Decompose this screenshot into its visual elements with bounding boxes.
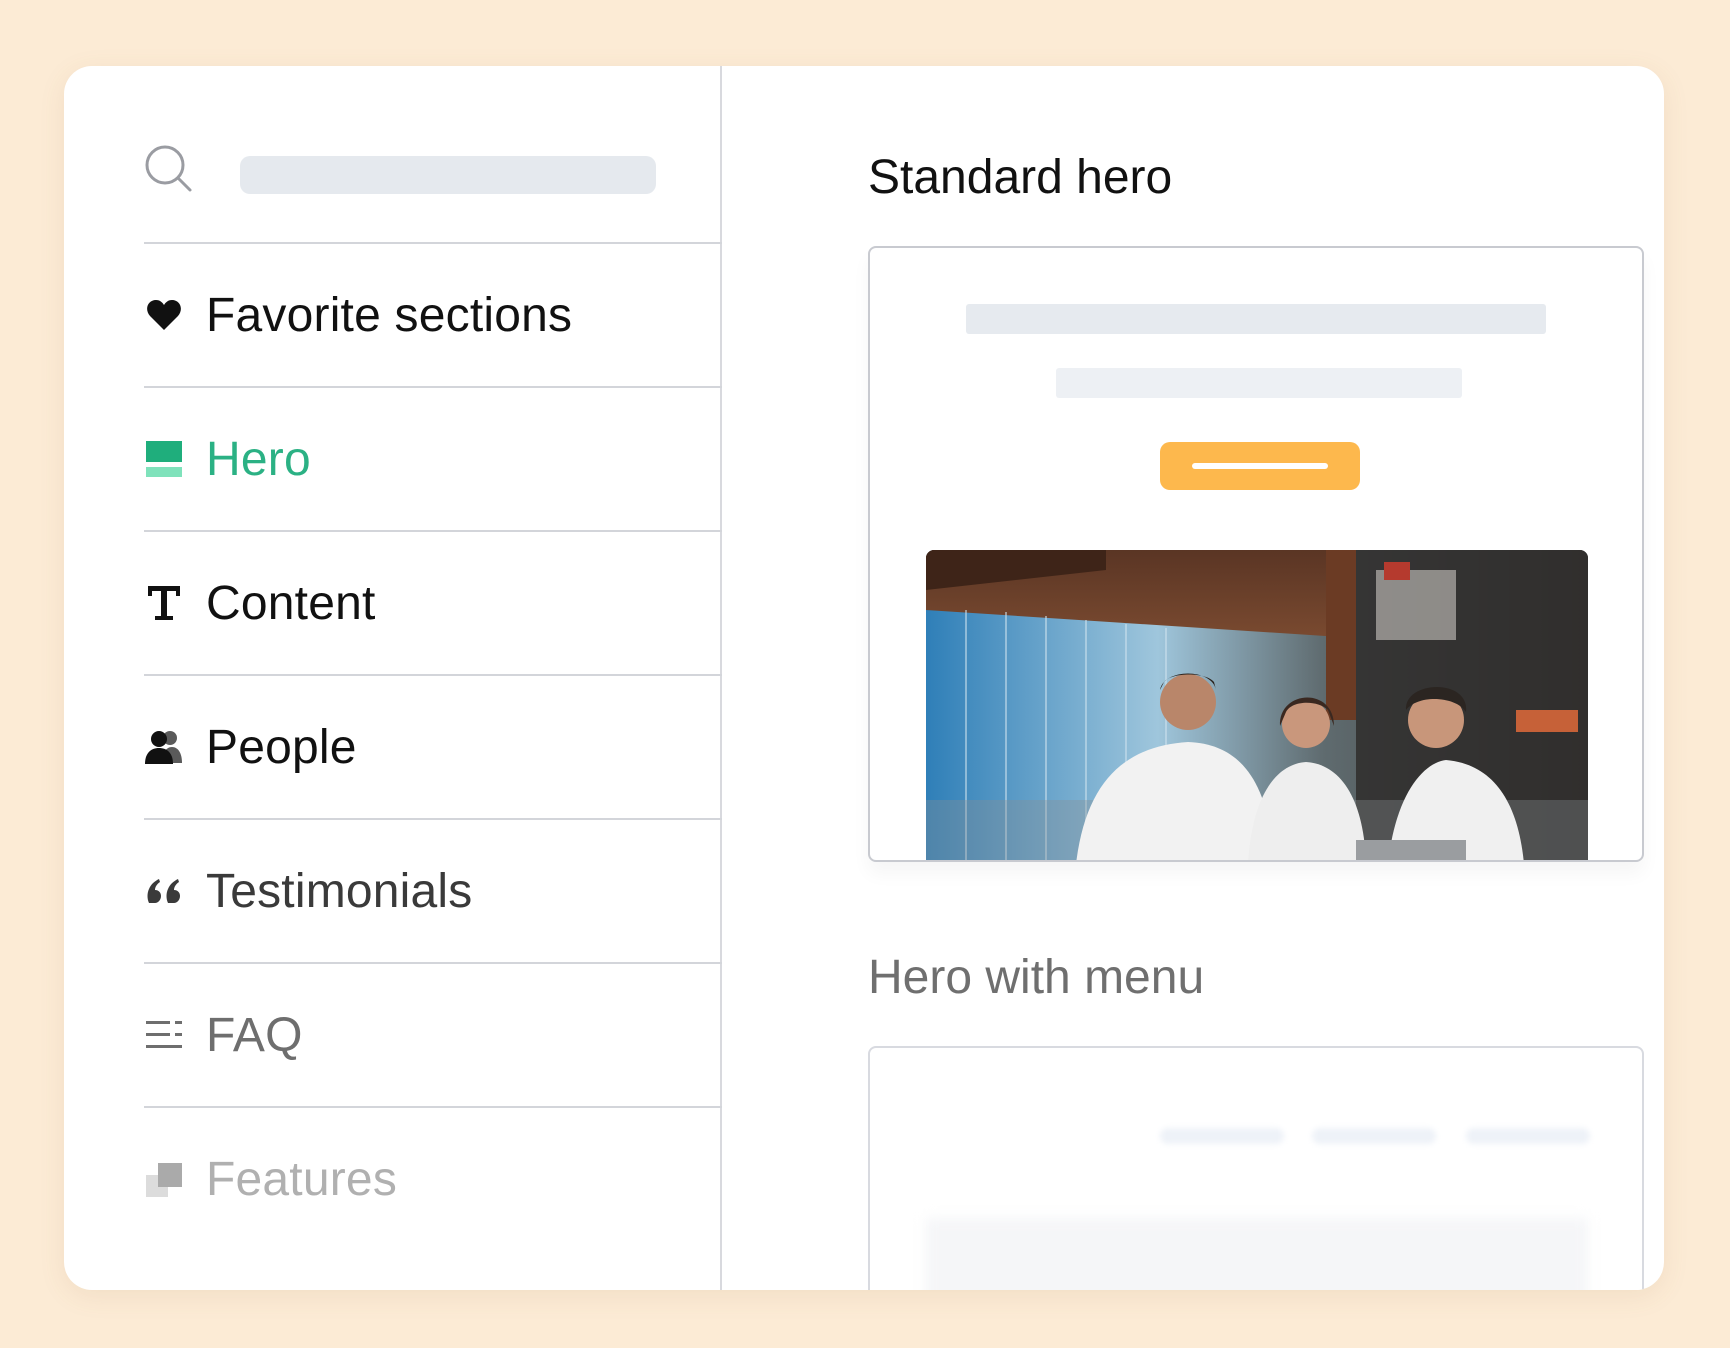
people-icon [144, 727, 184, 767]
sidebar-item-label: Features [206, 1152, 398, 1206]
sidebar-item-testimonials[interactable]: Testimonials [144, 820, 722, 964]
cta-label-placeholder [1192, 463, 1328, 469]
text-icon [144, 583, 184, 623]
features-icon [144, 1159, 184, 1199]
section-title: Standard hero [868, 151, 1173, 204]
sidebar-item-label: Favorite sections [206, 288, 573, 342]
hero-content-placeholder [926, 1218, 1588, 1290]
menu-item-placeholder [1466, 1128, 1590, 1144]
sidebar-item-label: Content [206, 576, 376, 630]
cta-button-placeholder [1160, 442, 1360, 490]
sidebar: Favorite sections Hero Content People Te… [64, 66, 722, 1290]
sidebar-item-faq[interactable]: FAQ [144, 964, 722, 1108]
sidebar-item-label: Testimonials [206, 864, 473, 918]
sidebar-item-label: FAQ [206, 1008, 303, 1062]
list-icon [144, 1015, 184, 1055]
headline-placeholder [966, 304, 1546, 334]
sidebar-item-favorite-sections[interactable]: Favorite sections [144, 244, 722, 388]
sidebar-item-label: People [206, 720, 357, 774]
hero-with-menu-preview[interactable] [868, 1046, 1644, 1290]
search-icon[interactable] [144, 144, 194, 194]
search-row [144, 144, 722, 244]
menu-item-placeholder [1312, 1128, 1436, 1144]
standard-hero-preview[interactable] [868, 246, 1644, 862]
sidebar-item-people[interactable]: People [144, 676, 722, 820]
menu-item-placeholder [1160, 1128, 1284, 1144]
section-library-panel: Favorite sections Hero Content People Te… [64, 66, 1664, 1290]
section-previews: Standard hero Hero with menu [722, 66, 1664, 1290]
section-category-list: Favorite sections Hero Content People Te… [144, 244, 722, 1250]
sidebar-item-label: Hero [206, 432, 311, 486]
subheadline-placeholder [1056, 368, 1462, 398]
section-title: Hero with menu [868, 951, 1205, 1004]
search-input[interactable] [240, 156, 656, 194]
hero-photo-image [926, 550, 1588, 860]
heart-icon [144, 295, 184, 335]
quote-icon [144, 871, 184, 911]
hero-section-icon [144, 439, 184, 479]
sidebar-item-content[interactable]: Content [144, 532, 722, 676]
sidebar-item-features[interactable]: Features [144, 1108, 722, 1250]
sidebar-item-hero[interactable]: Hero [144, 388, 722, 532]
